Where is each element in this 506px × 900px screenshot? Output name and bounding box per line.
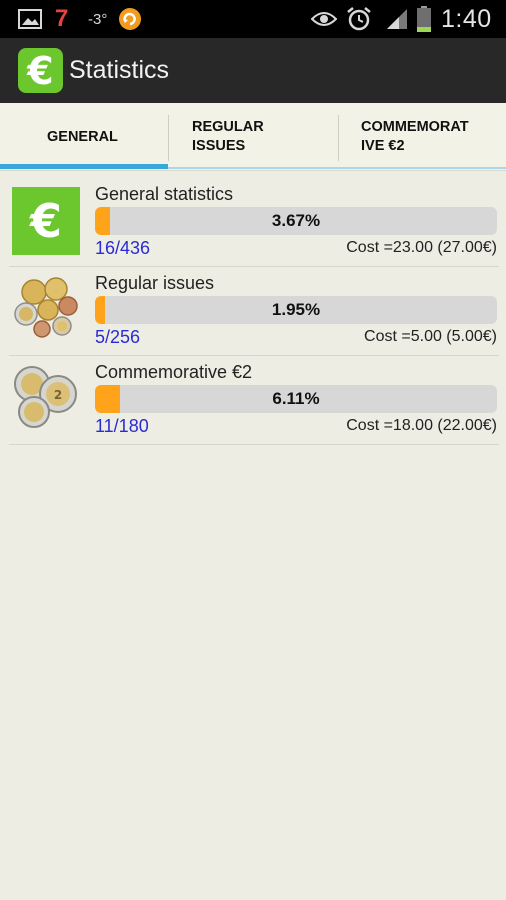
action-bar: € Statistics (0, 38, 506, 103)
euro-logo-icon: € (12, 187, 80, 255)
tab-divider (168, 115, 169, 161)
clock: 1:40 (441, 4, 492, 33)
tab-divider (338, 115, 339, 161)
progress-bar: 3.67% (95, 207, 497, 235)
eye-icon (311, 0, 337, 38)
signal-icon (385, 0, 409, 38)
stats-row-commemorative[interactable]: 2 Commemorative €2 6.11% 11/180 Cost =18… (9, 356, 499, 445)
tab-selected-indicator (0, 164, 168, 169)
stats-title: General statistics (95, 184, 234, 204)
commemorative-coins-icon: 2 (12, 362, 80, 430)
progress-percent: 3.67% (271, 211, 321, 230)
stats-row-regular-issues[interactable]: Regular issues 1.95% 5/256 Cost =5.00 (5… (9, 267, 499, 356)
temperature-icon: -3° (88, 10, 108, 28)
tab-general[interactable]: GENERAL (47, 103, 118, 171)
cost-text: Cost =23.00 (27.00€) (346, 239, 497, 256)
weather-7-icon: 7 (55, 5, 69, 32)
battery-icon (416, 0, 432, 38)
svg-text:2: 2 (54, 388, 62, 402)
cost-text: Cost =5.00 (5.00€) (364, 328, 497, 345)
collected-count: 5/256 (95, 327, 141, 347)
stats-title: Commemorative €2 (95, 362, 253, 382)
progress-percent: 1.95% (271, 300, 321, 319)
tab-baseline (168, 167, 506, 169)
tab-bar: GENERAL REGULAR ISSUES COMMEMORAT IVE €2 (0, 103, 506, 171)
cost-text: Cost =18.00 (22.00€) (346, 417, 497, 434)
svg-text:€: € (29, 194, 62, 248)
alarm-icon (346, 0, 372, 38)
progress-percent: 6.11% (272, 389, 320, 408)
app-euro-icon[interactable]: € (18, 48, 63, 93)
progress-bar: 6.11% (95, 385, 497, 413)
page-title: Statistics (69, 56, 170, 84)
stats-row-general[interactable]: € General statistics 3.67% 16/436 Cost =… (9, 178, 499, 267)
sync-app-icon (118, 0, 142, 38)
stats-title: Regular issues (95, 273, 215, 293)
status-bar: 7 -3° 1:40 (0, 0, 506, 38)
euro-coins-icon (12, 274, 80, 342)
progress-bar: 1.95% (95, 296, 497, 324)
collected-count: 16/436 (95, 238, 151, 258)
collected-count: 11/180 (95, 416, 149, 436)
gallery-icon (18, 0, 42, 38)
tab-commemorative[interactable]: COMMEMORAT IVE €2 (361, 103, 469, 171)
tab-regular-issues[interactable]: REGULAR ISSUES (192, 103, 264, 171)
